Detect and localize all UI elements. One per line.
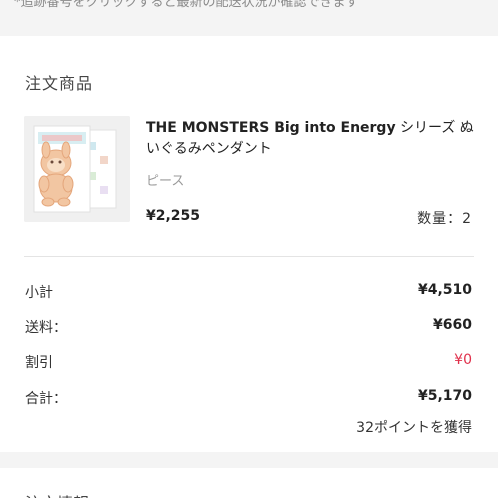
shipping-row: 送料： ¥660 xyxy=(25,317,472,337)
product-name[interactable]: THE MONSTERS Big into Energy シリーズ ぬいぐるみペ… xyxy=(146,118,476,160)
total-label: 合計： xyxy=(25,391,67,407)
order-items-card: 注文商品 THE MONSTERS Big into Energy シリーズ ぬ… xyxy=(0,36,498,452)
total-value: ¥5,170 xyxy=(417,388,472,404)
discount-value: ¥0 xyxy=(454,352,472,368)
order-detail-page: *追跡番号をクリックすると最新の配送状況が確認できます 注文商品 THE MON… xyxy=(0,0,498,498)
divider xyxy=(24,256,474,257)
subtotal-value: ¥4,510 xyxy=(417,282,472,298)
order-info-card: 注文情報 xyxy=(0,468,498,498)
product-box-illustration xyxy=(24,116,130,222)
subtotal-label: 小計 xyxy=(25,285,53,301)
section-title: 注文商品 xyxy=(25,74,94,93)
shipping-label: 送料： xyxy=(25,320,67,336)
product-name-en: THE MONSTERS Big into Energy xyxy=(146,120,396,136)
product-price: ¥2,255 xyxy=(146,208,201,224)
subtotal-row: 小計 ¥4,510 xyxy=(25,282,472,302)
points-earned: 32ポイントを獲得 xyxy=(356,420,472,436)
product-image[interactable] xyxy=(24,116,130,222)
shipping-value: ¥660 xyxy=(433,317,472,333)
discount-label: 割引 xyxy=(25,355,53,371)
discount-row: 割引 ¥0 xyxy=(25,352,472,372)
product-variant: ピース xyxy=(146,174,185,189)
order-info-title: 注文情報 xyxy=(25,490,89,498)
tracking-note: *追跡番号をクリックすると最新の配送状況が確認できます xyxy=(14,0,359,10)
total-row: 合計： ¥5,170 xyxy=(25,388,472,408)
product-quantity: 数量：2 xyxy=(417,211,472,227)
